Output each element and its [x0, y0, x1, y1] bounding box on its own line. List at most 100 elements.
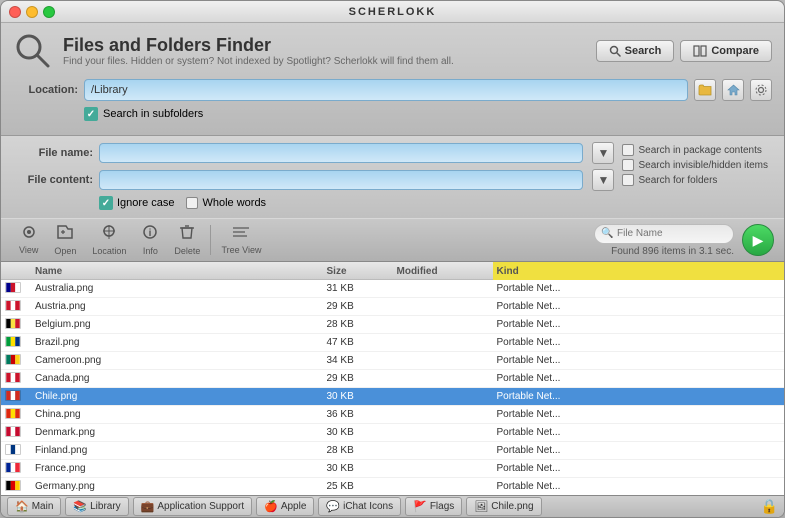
file-kind-cell: Portable Net... [493, 283, 785, 294]
svg-text:i: i [149, 228, 152, 239]
ignore-case-checkbox[interactable]: ✓ [99, 196, 113, 210]
compare-button[interactable]: Compare [680, 40, 772, 62]
open-tool[interactable]: Open [46, 220, 84, 260]
subfolders-checkbox[interactable]: ✓ [84, 107, 98, 121]
invisible-items-row: Search invisible/hidden items [622, 159, 768, 171]
location-row: Location: /Library [13, 79, 772, 101]
table-row[interactable]: Finland.png28 KBPortable Net... [1, 442, 784, 460]
location-input[interactable]: /Library [84, 79, 688, 101]
bottom-tab-flags[interactable]: 🚩Flags [405, 497, 462, 516]
bottom-bar: 🏠Main📚Library💼Application Support🍎Apple💬… [1, 495, 784, 517]
bottom-tab-application-support[interactable]: 💼Application Support [133, 497, 252, 516]
bottom-tab-main[interactable]: 🏠Main [7, 497, 61, 516]
open-icon [56, 224, 74, 245]
file-name-search-input[interactable] [594, 224, 734, 244]
bottom-tab-library[interactable]: 📚Library [65, 497, 128, 516]
folder-browse-button[interactable] [694, 79, 716, 101]
ignore-case-option: ✓ Ignore case [99, 196, 174, 210]
whole-words-label: Whole words [202, 197, 266, 209]
bottom-tab-icon: 🚩 [413, 500, 427, 513]
file-search-wrap: 🔍 [594, 224, 734, 244]
bottom-tabs: 🏠Main📚Library💼Application Support🍎Apple💬… [7, 497, 542, 516]
filename-dropdown-btn[interactable]: ▼ [592, 142, 614, 164]
package-contents-row: Search in package contents [622, 144, 768, 156]
file-size-cell: 30 KB [323, 463, 393, 474]
options-row: ✓ Ignore case Whole words [13, 196, 614, 210]
file-flag-cell [1, 426, 31, 440]
file-size-cell: 28 KB [323, 319, 393, 330]
table-row[interactable]: Belgium.png28 KBPortable Net... [1, 316, 784, 334]
bottom-tab-ichat-icons[interactable]: 💬iChat Icons [318, 497, 401, 516]
file-search-icon: 🔍 [601, 228, 613, 239]
info-tool[interactable]: i Info [134, 220, 166, 260]
location-label-tool: Location [92, 246, 126, 256]
search-icon [609, 45, 621, 57]
table-body[interactable]: Australia.png31 KBPortable Net...Austria… [1, 280, 784, 495]
app-title-text: Files and Folders Finder Find your files… [63, 35, 454, 67]
col-size: Size [323, 266, 393, 277]
table-row[interactable]: Chile.png30 KBPortable Net... [1, 388, 784, 406]
filecontent-label: File content: [13, 174, 93, 186]
package-contents-checkbox[interactable] [622, 144, 634, 156]
tree-view-tool[interactable]: Tree View [213, 221, 269, 259]
file-kind-cell: Portable Net... [493, 445, 785, 456]
delete-icon [179, 224, 195, 245]
file-name-cell: Austria.png [31, 301, 323, 312]
table-row[interactable]: China.png36 KBPortable Net... [1, 406, 784, 424]
col-modified: Modified [393, 266, 493, 277]
file-kind-cell: Portable Net... [493, 319, 785, 330]
view-tool[interactable]: View [11, 221, 46, 259]
table-row[interactable]: Brazil.png47 KBPortable Net... [1, 334, 784, 352]
table-row[interactable]: Australia.png31 KBPortable Net... [1, 280, 784, 298]
filecontent-row: File content: ▼ [13, 169, 614, 191]
file-flag-cell [1, 354, 31, 368]
location-icon [100, 224, 118, 245]
file-size-cell: 30 KB [323, 427, 393, 438]
table-row[interactable]: Austria.png29 KBPortable Net... [1, 298, 784, 316]
minimize-button[interactable] [26, 6, 38, 18]
bottom-tab-chile.png[interactable]: 🖼Chile.png [466, 497, 541, 516]
bottom-tab-apple[interactable]: 🍎Apple [256, 497, 314, 516]
table-row[interactable]: France.png30 KBPortable Net... [1, 460, 784, 478]
home-folder-button[interactable] [722, 79, 744, 101]
header: Files and Folders Finder Find your files… [1, 23, 784, 136]
filename-label: File name: [13, 147, 93, 159]
header-title-area: Files and Folders Finder Find your files… [13, 31, 454, 71]
file-flag-cell [1, 318, 31, 332]
table-header: Name Size Modified Kind [1, 262, 784, 280]
whole-words-checkbox[interactable] [186, 197, 198, 209]
table-row[interactable]: Cameroon.png34 KBPortable Net... [1, 352, 784, 370]
filecontent-dropdown-btn[interactable]: ▼ [592, 169, 614, 191]
ignore-case-label: Ignore case [117, 197, 174, 209]
maximize-button[interactable] [43, 6, 55, 18]
gear-icon [754, 83, 768, 97]
header-top: Files and Folders Finder Find your files… [13, 31, 772, 71]
table-row[interactable]: Germany.png25 KBPortable Net... [1, 478, 784, 495]
subfolders-label: Search in subfolders [103, 108, 203, 120]
delete-tool[interactable]: Delete [166, 220, 208, 260]
bottom-tab-icon: 💼 [141, 500, 155, 513]
search-area: 🔍 Found 896 items in 3.1 sec. [594, 224, 734, 257]
app-icon [13, 31, 53, 71]
search-folders-checkbox[interactable] [622, 174, 634, 186]
search-button[interactable]: Search [596, 40, 675, 62]
bottom-tab-label: Flags [430, 501, 454, 512]
filecontent-input[interactable] [99, 170, 583, 190]
file-size-cell: 29 KB [323, 301, 393, 312]
filename-input[interactable] [99, 143, 583, 163]
results-table: Name Size Modified Kind Australia.png31 … [1, 262, 784, 495]
location-tool[interactable]: Location [84, 220, 134, 260]
close-button[interactable] [9, 6, 21, 18]
file-kind-cell: Portable Net... [493, 427, 785, 438]
invisible-items-checkbox[interactable] [622, 159, 634, 171]
settings-button[interactable] [750, 79, 772, 101]
run-button[interactable]: ▶ [742, 224, 774, 256]
file-kind-cell: Portable Net... [493, 355, 785, 366]
bottom-tab-icon: 🖼 [474, 500, 488, 513]
file-size-cell: 30 KB [323, 391, 393, 402]
table-row[interactable]: Canada.png29 KBPortable Net... [1, 370, 784, 388]
file-size-cell: 47 KB [323, 337, 393, 348]
bottom-tab-icon: 💬 [326, 500, 340, 513]
table-row[interactable]: Denmark.png30 KBPortable Net... [1, 424, 784, 442]
storage-icon[interactable]: 🔒 [761, 498, 778, 515]
